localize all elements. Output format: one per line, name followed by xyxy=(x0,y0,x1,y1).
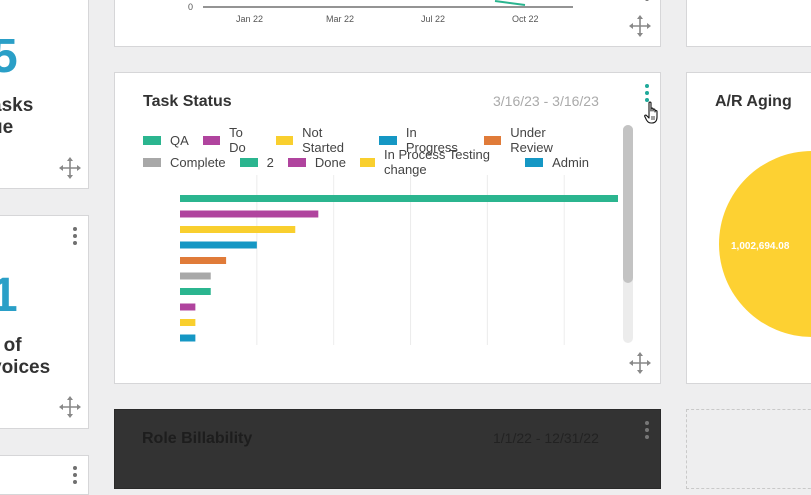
left-card-bottom xyxy=(0,455,89,495)
legend-swatch xyxy=(202,135,221,145)
card-menu-icon[interactable] xyxy=(644,421,650,439)
bar-not-started[interactable] xyxy=(180,226,296,233)
legend-item[interactable]: 2 xyxy=(239,154,274,170)
top-line-chart-card: 0 Jan 22 Mar 22 Jul 22 Oct 22 xyxy=(114,0,661,47)
left-card-invoices: 1 r of voices xyxy=(0,215,89,429)
legend-item[interactable]: In Process Testing change xyxy=(359,147,511,177)
legend-swatch xyxy=(143,135,161,145)
legend-label: QA xyxy=(170,132,189,148)
card-title: Task Status xyxy=(143,93,232,110)
legend-label: To Do xyxy=(229,125,246,155)
date-range: 1/1/22 - 12/31/22 xyxy=(493,430,599,446)
legend-label: Complete xyxy=(170,154,226,170)
x-axis-tick: Jul 22 xyxy=(421,14,446,24)
card-menu-icon[interactable] xyxy=(644,0,650,1)
x-axis-tick: Oct 22 xyxy=(512,14,539,24)
legend-swatch xyxy=(275,135,294,145)
legend-label: In Process Testing change xyxy=(383,147,490,177)
left-card-open-tasks: 5 asks ue xyxy=(0,0,89,189)
legend-item[interactable]: Not Started xyxy=(275,125,366,155)
legend-swatch xyxy=(239,157,258,167)
card-title: A/R Aging xyxy=(715,93,792,110)
date-range: 3/16/23 - 3/16/23 xyxy=(493,93,599,109)
legend-swatch xyxy=(287,157,306,167)
bar-admin[interactable] xyxy=(180,334,196,342)
move-handle-icon[interactable] xyxy=(59,157,81,179)
legend-row: Complete 2 Done In Process Testing change Ad… xyxy=(143,147,603,177)
card-title: Role Billability xyxy=(142,430,253,447)
move-handle-icon[interactable] xyxy=(629,352,651,374)
role-billability-card: Role Billability 1/1/22 - 12/31/22 xyxy=(114,409,661,489)
legend-item[interactable]: To Do xyxy=(202,125,262,155)
move-handle-icon[interactable] xyxy=(629,15,651,37)
legend-swatch xyxy=(525,157,544,167)
chart-scrollbar[interactable] xyxy=(623,125,633,343)
legend-label: Done xyxy=(314,154,346,170)
move-handle-icon[interactable] xyxy=(59,396,81,418)
legend-swatch xyxy=(379,135,397,145)
card-menu-icon[interactable] xyxy=(72,227,78,245)
bar-in-process-testing-change[interactable] xyxy=(180,319,196,326)
chart-legend: QA To Do Not Started In Progress Under Revie… xyxy=(143,125,603,177)
bar-qa[interactable] xyxy=(180,195,618,202)
legend-label: 2 xyxy=(266,154,274,170)
legend-swatch xyxy=(359,157,375,167)
legend-label: Not Started xyxy=(302,125,345,155)
legend-item[interactable]: Complete xyxy=(143,155,226,170)
legend-label: Admin xyxy=(552,154,589,170)
bar-under-review[interactable] xyxy=(180,257,227,264)
scrollbar-thumb[interactable] xyxy=(623,125,633,283)
x-axis-tick: Jan 22 xyxy=(236,14,264,24)
hand-cursor-icon xyxy=(644,101,658,124)
legend-swatch xyxy=(143,157,161,167)
invoices-label-line2: voices xyxy=(0,357,51,378)
bar-done[interactable] xyxy=(180,303,196,311)
bar-to-do[interactable] xyxy=(180,210,319,218)
ar-aging-card: A/R Aging 1,002,694.08 xyxy=(686,72,811,384)
x-axis-tick: Mar 22 xyxy=(326,14,355,24)
legend-swatch xyxy=(483,135,502,145)
empty-widget-slot[interactable] xyxy=(686,409,811,489)
open-tasks-label-line1: asks xyxy=(0,95,34,116)
card-menu-icon[interactable] xyxy=(72,466,78,484)
top-right-card xyxy=(686,0,811,47)
bar-in-progress[interactable] xyxy=(180,241,257,249)
pie-slice-label: 1,002,694.08 xyxy=(731,241,790,252)
legend-item[interactable]: Done xyxy=(287,154,346,170)
invoices-count: 1 xyxy=(0,272,18,320)
legend-item[interactable]: Admin xyxy=(525,155,589,170)
bar-2[interactable] xyxy=(180,288,211,295)
invoices-label-line1: r of xyxy=(0,335,22,356)
bar-complete[interactable] xyxy=(180,272,211,280)
card-menu-icon[interactable] xyxy=(644,84,650,102)
task-status-bar-chart xyxy=(180,175,618,345)
legend-item[interactable]: QA xyxy=(143,133,189,148)
open-tasks-count: 5 xyxy=(0,33,18,81)
legend-label: Under Review xyxy=(510,125,553,155)
top-line-chart xyxy=(203,0,573,8)
y-axis-tick: 0 xyxy=(188,2,194,12)
open-tasks-label-line2: ue xyxy=(0,117,14,138)
task-status-card: Task Status 3/16/23 - 3/16/23 QA To Do Not… xyxy=(114,72,661,384)
